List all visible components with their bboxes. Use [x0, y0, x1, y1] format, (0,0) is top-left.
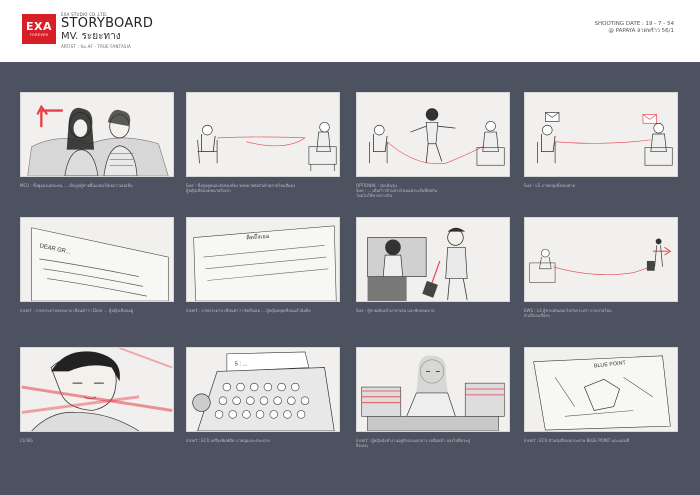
storyboard-board: MCU : ทั้งคู่มองแต่ละคน ... เห็นรูปผู้ชา… [0, 62, 700, 495]
panel-5-caption: insert : ภาพกระดาษจดหมาย เขียนคำว่า Dear… [20, 308, 134, 313]
typewriter-text: 5 : ... [235, 362, 248, 368]
panel-9-sketch [21, 348, 173, 431]
panel-11 [356, 347, 510, 432]
shooting-date: SHOOTING DATE : 19 - 7 - 54 [594, 21, 674, 27]
panel-9-caption: CU BG [20, 438, 33, 443]
panel-7-caption: Sue : ผู้ชายเดินเข้ามาหาเธอ และพับจดหมาย [356, 308, 435, 313]
logo-sub: FOREVER [29, 32, 49, 37]
panel-10-sketch: 5 : ... [192, 351, 335, 431]
shooting-location: @ PAPAYA ลาดพร้าว 56/1 [608, 28, 674, 34]
panel-3-caption: OPTIONAL : นักเต้นรุ่น Sue : ... เดินก้า… [356, 183, 438, 199]
logo-mark: EXA [25, 19, 52, 33]
storyboard-title: STORYBOARD [61, 16, 154, 31]
mv-title: MV. ระยะทาง [61, 31, 121, 42]
panel-6-sketch: คิดถึงเธอ [193, 225, 337, 301]
panel-7 [356, 217, 510, 302]
panel-4-caption: Sue : LS ภาพกลุ่มทั้งสองฝ่าย [524, 183, 575, 188]
panel-3-sketch [369, 108, 505, 166]
panel-2-sketch [197, 121, 337, 172]
panel-12-sketch: BLUE POINT [533, 355, 671, 431]
panel-9 [20, 347, 174, 432]
panel-8-caption: EWS : LS ผู้ชายเดินออกไปกับกระเป๋า ลากสา… [524, 308, 612, 319]
panel-1-sketch [27, 104, 169, 176]
panel-2-caption: Sue : ทั้งคู่อยู่คนละฝั่งของห้อง จดหมายต… [186, 183, 296, 194]
panel-1-caption: MCU : ทั้งคู่มองแต่ละคน ... เห็นรูปผู้ชา… [20, 183, 133, 188]
panel-6-caption: insert : ภาพกระดาษ เขียนคำว่า คิดถึงเธอ … [186, 308, 311, 313]
panel-5-sketch: DEAR GR... [31, 227, 169, 301]
panel-5: DEAR GR... [20, 217, 174, 302]
panel-4-sketch [537, 112, 673, 166]
panel-11-sketch [361, 355, 505, 431]
panel-10: 5 : ... [186, 347, 340, 432]
panel-11-caption: insert : ผู้หญิงนั่งทำงานอยู่กับกองเอกสา… [356, 438, 470, 449]
panel-7-sketch [367, 227, 468, 301]
panel-12: BLUE POINT [524, 347, 678, 432]
panel-2 [186, 92, 340, 177]
exa-logo: EXA FOREVER [22, 14, 56, 44]
panel-4 [524, 92, 678, 177]
panel-6: คิดถึงเธอ [186, 217, 340, 302]
artist-line: ARTIST : ป้ม AF · TRUE FANTASIA [61, 44, 131, 49]
panel-12-caption: insert : ECU ตัวหนังสือบนกระดาษ BLUE POI… [524, 438, 629, 443]
panel-10-caption: insert : ECU เครื่องพิมพ์ดีด ภาพปุ่มและก… [186, 438, 270, 443]
storyboard-header: EXA FOREVER EXA STUDIO CO.,LTD. STORYBOA… [0, 0, 700, 62]
panel-8 [524, 217, 678, 302]
panel-8-sketch [529, 238, 672, 283]
panel-1 [20, 92, 174, 177]
panel-3 [356, 92, 510, 177]
